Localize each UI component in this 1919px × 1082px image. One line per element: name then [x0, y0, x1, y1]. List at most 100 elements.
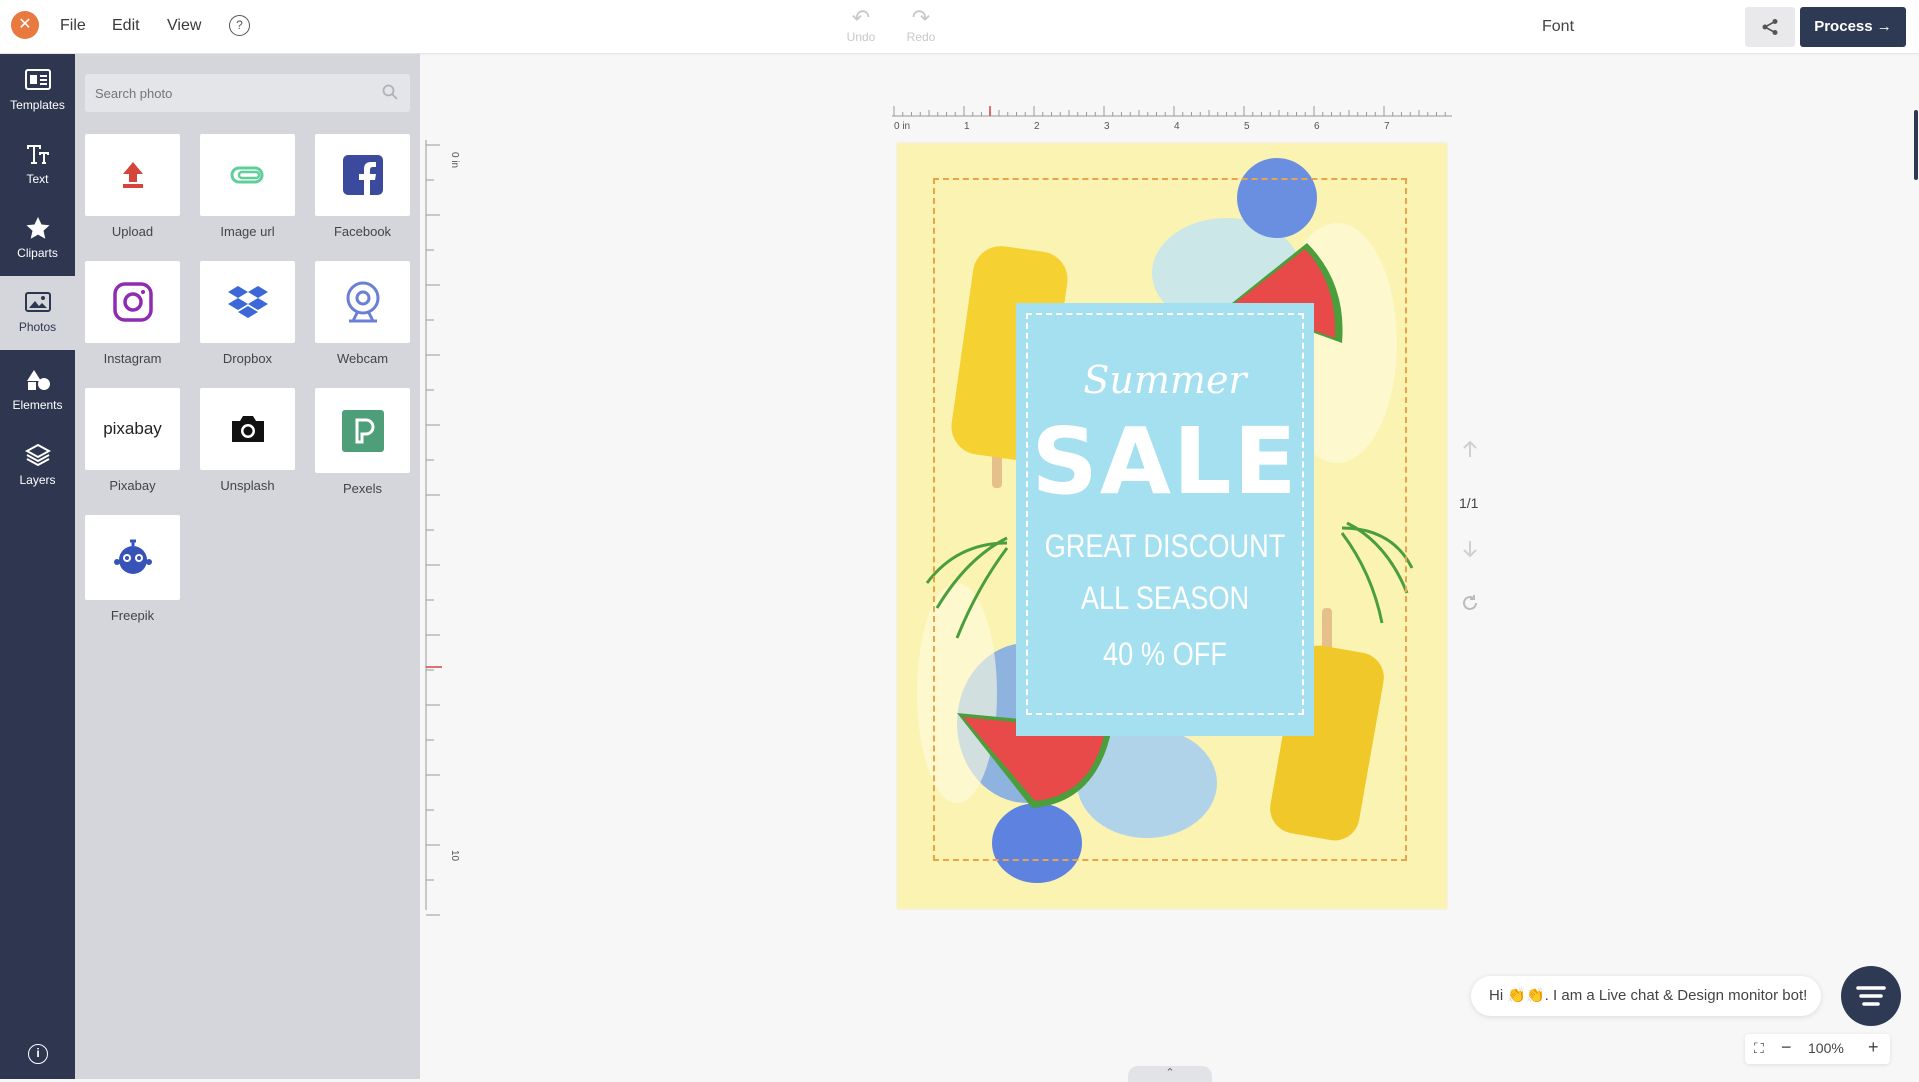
pixabay-logo: pixabay: [103, 419, 162, 438]
instagram-tile[interactable]: [85, 261, 180, 343]
ruler-label: 2: [1034, 121, 1040, 132]
image-url-label: Image url: [220, 224, 275, 239]
summer-text[interactable]: Summer: [1016, 358, 1314, 402]
nav-photos[interactable]: Photos: [0, 276, 75, 350]
source-webcam[interactable]: Webcam: [315, 261, 410, 366]
source-image-url[interactable]: Image url: [200, 134, 295, 239]
pexels-tile[interactable]: [315, 388, 410, 473]
page-down-button[interactable]: [1455, 540, 1485, 563]
process-label: Process: [1814, 18, 1873, 35]
ruler-label: 7: [1384, 121, 1390, 132]
arrow-up-icon: [1463, 440, 1477, 457]
dropbox-tile[interactable]: [200, 261, 295, 343]
season-text[interactable]: ALL SEASON: [1038, 580, 1291, 617]
left-sidebar: Templates Text Cliparts Photos Elements …: [0, 54, 75, 1079]
zoom-control: ⛶ − 100% +: [1745, 1034, 1890, 1064]
nav-templates[interactable]: Templates: [0, 54, 75, 128]
nav-text[interactable]: Text: [0, 128, 75, 202]
nav-layers[interactable]: Layers: [0, 429, 75, 503]
photo-icon: [24, 292, 51, 312]
image-url-tile[interactable]: [200, 134, 295, 216]
photos-panel: Upload Image url Facebook Instagram Drop…: [75, 54, 420, 1079]
source-instagram[interactable]: Instagram: [85, 261, 180, 366]
ruler-label: 0 in: [894, 121, 910, 132]
webcam-label: Webcam: [336, 351, 389, 366]
close-button[interactable]: ✕: [11, 11, 39, 39]
info-icon[interactable]: i: [28, 1044, 48, 1064]
templates-icon: [24, 69, 51, 90]
bottom-panel-toggle[interactable]: ⌃: [1128, 1066, 1212, 1082]
pexels-label: Pexels: [342, 481, 383, 496]
pixabay-label: Pixabay: [109, 478, 156, 493]
link-icon: [230, 166, 263, 184]
ruler-label: 3: [1104, 121, 1110, 132]
search-icon[interactable]: [382, 84, 398, 100]
upload-tile[interactable]: [85, 134, 180, 216]
chat-open-button[interactable]: [1841, 966, 1901, 1026]
dropbox-label: Dropbox: [222, 351, 273, 366]
off-text[interactable]: 40 % OFF: [1038, 636, 1291, 673]
unsplash-tile[interactable]: [200, 388, 295, 470]
zoom-in-button[interactable]: +: [1868, 1037, 1879, 1058]
ruler-label: 6: [1314, 121, 1320, 132]
discount-text[interactable]: GREAT DISCOUNT: [1038, 528, 1291, 565]
vertical-ruler: 0 in 10: [425, 140, 460, 916]
sale-text[interactable]: SALE: [1016, 408, 1314, 515]
instagram-label: Instagram: [103, 351, 162, 366]
source-facebook[interactable]: Facebook: [315, 134, 410, 239]
upload-label: Upload: [111, 224, 154, 239]
freepik-tile[interactable]: [85, 515, 180, 600]
source-pixabay[interactable]: pixabay Pixabay: [85, 388, 180, 493]
ruler-label: 1: [964, 121, 970, 132]
nav-elements-label: Elements: [12, 398, 63, 412]
nav-cliparts-label: Cliparts: [17, 246, 58, 260]
pixabay-tile[interactable]: pixabay: [85, 388, 180, 470]
layers-icon: [24, 443, 51, 467]
nav-cliparts[interactable]: Cliparts: [0, 202, 75, 276]
menu-file[interactable]: File: [60, 17, 86, 35]
nav-photos-label: Photos: [18, 320, 57, 334]
process-button[interactable]: Process →: [1800, 7, 1906, 47]
undo-icon: ↶: [851, 5, 871, 30]
webcam-tile[interactable]: [315, 261, 410, 343]
source-dropbox[interactable]: Dropbox: [200, 261, 295, 366]
nav-layers-label: Layers: [19, 473, 56, 487]
freepik-icon: [113, 539, 152, 574]
fullscreen-icon[interactable]: ⛶: [1754, 1040, 1764, 1057]
sale-card[interactable]: Summer SALE GREAT DISCOUNT ALL SEASON 40…: [1016, 303, 1314, 736]
help-icon[interactable]: ?: [229, 15, 250, 36]
ruler-label: 5: [1244, 121, 1250, 132]
photo-search-input[interactable]: [85, 74, 365, 112]
rotate-button[interactable]: [1455, 594, 1485, 617]
zoom-out-button[interactable]: −: [1781, 1037, 1792, 1058]
arrow-right-icon: →: [1876, 18, 1892, 35]
font-menu[interactable]: Font: [1542, 18, 1574, 36]
photo-search: [85, 74, 410, 112]
menu-edit[interactable]: Edit: [112, 17, 140, 35]
top-toolbar: ✕ File Edit View ? ↶ Undo ↷ Redo Font Pr…: [0, 0, 1919, 54]
source-upload[interactable]: Upload: [85, 134, 180, 239]
scrollbar-handle[interactable]: [1914, 110, 1918, 180]
page-up-button[interactable]: [1455, 440, 1485, 463]
source-unsplash[interactable]: Unsplash: [200, 388, 295, 493]
share-icon: [1762, 19, 1778, 35]
nav-elements[interactable]: Elements: [0, 354, 75, 428]
menu-view[interactable]: View: [167, 17, 201, 35]
ruler-label: 4: [1174, 121, 1180, 132]
redo-button[interactable]: ↷ Redo: [899, 6, 943, 45]
instagram-icon: [112, 282, 153, 322]
share-button[interactable]: [1745, 7, 1795, 47]
design-canvas[interactable]: Summer SALE GREAT DISCOUNT ALL SEASON 40…: [897, 143, 1447, 909]
facebook-label: Facebook: [333, 224, 392, 239]
source-pexels[interactable]: Pexels: [315, 388, 410, 496]
facebook-tile[interactable]: [315, 134, 410, 216]
shapes-icon: [26, 370, 50, 390]
chat-message-bubble[interactable]: Hi 👏👏. I am a Live chat & Design monitor…: [1471, 976, 1821, 1016]
undo-button[interactable]: ↶ Undo: [839, 5, 883, 45]
facebook-icon: [342, 155, 383, 195]
webcam-icon: [346, 281, 379, 323]
text-icon: [26, 145, 49, 164]
star-icon: [26, 217, 49, 239]
nav-templates-label: Templates: [10, 98, 65, 112]
source-freepik[interactable]: Freepik: [85, 515, 180, 623]
